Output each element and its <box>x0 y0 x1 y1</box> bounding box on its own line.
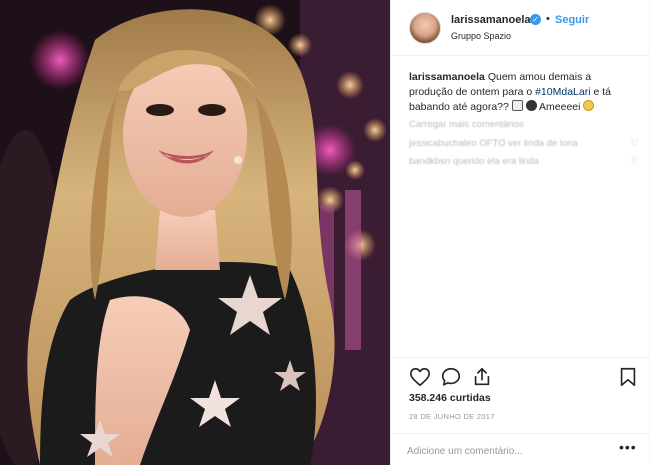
comment-row: jessicabuchaleo OFTO ver linda de lona ♡ <box>409 138 639 149</box>
avatar[interactable] <box>409 12 441 44</box>
comment-text: OFTO ver linda de lona <box>479 138 578 149</box>
comment-bubble-icon[interactable] <box>440 366 462 388</box>
portrait-image <box>0 0 390 465</box>
load-more-comments[interactable]: Carregar mais comentários <box>409 119 524 130</box>
camera-emoji-icon <box>511 100 523 111</box>
comment-input[interactable] <box>405 441 609 461</box>
comment-like-heart-icon[interactable]: ♡ <box>631 156 639 167</box>
bookmark-icon[interactable] <box>617 366 639 388</box>
caption-username[interactable]: larissamanoela <box>409 71 485 83</box>
separator-dot: • <box>546 13 550 25</box>
verified-badge-icon: ✓ <box>530 14 541 25</box>
username-link[interactable]: larissamanoela <box>451 14 531 26</box>
share-icon[interactable] <box>471 366 493 388</box>
follow-button[interactable]: Seguir <box>555 14 589 26</box>
heart-eyes-emoji-icon <box>583 100 595 111</box>
comment-username[interactable]: jessicabuchaleo <box>409 138 477 149</box>
comment-row: bandkbsn querido ela era linda ♡ <box>409 156 639 167</box>
post-sidebar: larissamanoela ✓ • Seguir Gruppo Spazio … <box>390 0 650 465</box>
post-caption: larissamanoela Quem amou demais a produç… <box>409 70 635 115</box>
more-options-icon[interactable]: ••• <box>619 439 637 455</box>
post-header: larissamanoela ✓ • Seguir Gruppo Spazio <box>391 0 650 56</box>
comment-username[interactable]: bandkbsn <box>409 156 450 167</box>
black-heart-emoji-icon <box>525 100 537 111</box>
add-comment-bar: ••• <box>391 433 650 465</box>
post-photo[interactable] <box>0 0 390 465</box>
instagram-post: larissamanoela ✓ • Seguir Gruppo Spazio … <box>0 0 650 465</box>
comment-like-heart-icon[interactable]: ♡ <box>631 138 639 149</box>
comment-text: querido ela era linda <box>452 156 539 167</box>
location-link[interactable]: Gruppo Spazio <box>451 31 511 41</box>
caption-text-3: Ameeeei <box>539 101 581 113</box>
post-date: 28 DE JUNHO DE 2017 <box>409 412 495 421</box>
hashtag-link[interactable]: #10MdaLari <box>535 86 590 98</box>
heart-icon[interactable] <box>409 366 431 388</box>
action-bar <box>391 357 650 397</box>
likes-count[interactable]: 358.246 curtidas <box>409 392 491 404</box>
